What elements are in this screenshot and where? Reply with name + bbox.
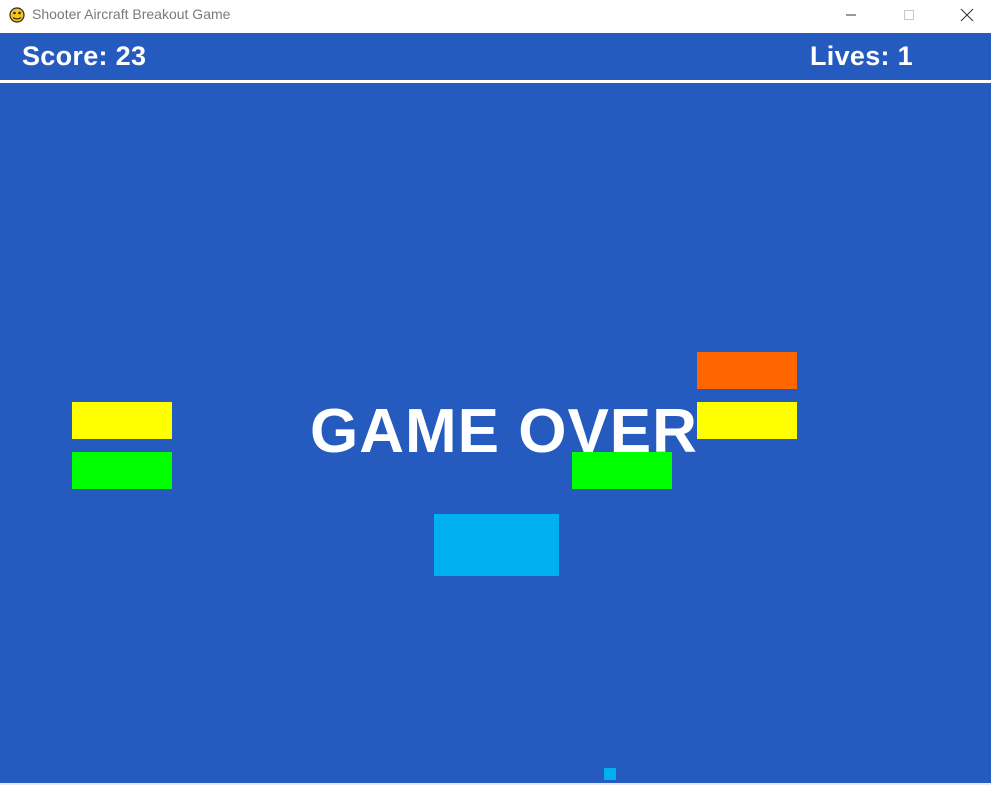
- minimize-button[interactable]: [822, 0, 880, 30]
- close-icon: [960, 8, 974, 22]
- maximize-button[interactable]: [880, 0, 938, 30]
- score-display: Score: 23: [22, 41, 147, 71]
- brick-green: [72, 452, 172, 489]
- hud-divider: [0, 80, 991, 83]
- brick-yellow: [72, 402, 172, 439]
- pygame-snake-icon: [9, 7, 25, 23]
- title-bar[interactable]: Shooter Aircraft Breakout Game: [0, 0, 991, 32]
- game-window: Shooter Aircraft Breakout Game Score: 23…: [0, 0, 991, 785]
- game-over-message: GAME OVER: [310, 397, 698, 466]
- lives-display: Lives: 1: [810, 41, 913, 71]
- brick-yellow: [697, 402, 797, 439]
- close-button[interactable]: [938, 0, 991, 30]
- minimize-icon: [846, 14, 856, 16]
- window-title: Shooter Aircraft Breakout Game: [32, 6, 231, 22]
- player-paddle: [434, 514, 559, 576]
- ball: [604, 768, 616, 780]
- maximize-icon: [904, 10, 914, 20]
- brick-orange: [697, 352, 797, 389]
- game-canvas[interactable]: Score: 23 Lives: 1 GAME OVER: [0, 33, 991, 783]
